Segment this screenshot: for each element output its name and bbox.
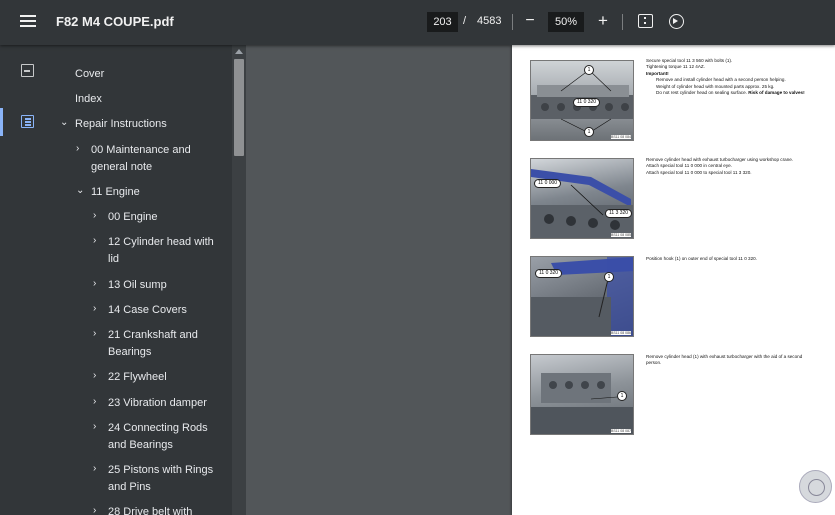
outline-scrollbar[interactable] <box>232 45 246 515</box>
outline-item-label: 28 Drive belt with <box>108 506 193 515</box>
outline-icon[interactable] <box>21 115 34 128</box>
step-image: 1 BS11 08 087 <box>530 354 634 435</box>
image-code: BS11 08 084 <box>611 135 631 139</box>
outline-item-label: Repair Instructions <box>75 118 167 130</box>
callout-label: 1 <box>617 391 627 401</box>
outline-item[interactable]: 13 Oil sump <box>108 277 225 294</box>
rotate-icon[interactable] <box>669 14 684 29</box>
outline-item-label: Cover <box>75 68 105 80</box>
crane-illustration <box>531 169 633 238</box>
pdf-page: 1 11 0 320 1 BS11 08 084 Secure special … <box>512 45 835 515</box>
scroll-up-icon[interactable] <box>235 49 243 54</box>
step-text: Remove cylinder head with exhaust turboc… <box>646 157 816 176</box>
step-line: Attach special tool 11 0 000 to special … <box>646 169 752 175</box>
document-title: F82 M4 COUPE.pdf <box>56 14 174 29</box>
chevron-right-icon[interactable]: › <box>93 463 96 474</box>
page-number-input[interactable]: 203 <box>427 12 458 32</box>
outline-item[interactable]: 00 Maintenance and general note <box>91 142 225 176</box>
active-indicator <box>0 108 3 136</box>
step-image: 11 0 320 1 BS11 08 086 <box>530 256 634 337</box>
floating-action-button[interactable] <box>799 470 832 503</box>
step-line: Position hook (1) on outer end of specia… <box>646 256 758 261</box>
menu-icon[interactable] <box>20 15 36 29</box>
outline-item[interactable]: Index <box>75 91 225 108</box>
step-text: Position hook (1) on outer end of specia… <box>646 256 816 262</box>
pdf-viewer: 1 11 0 320 1 BS11 08 084 Secure special … <box>246 45 835 515</box>
outline-item[interactable]: Repair Instructions <box>75 116 225 133</box>
zoom-in-button[interactable]: + <box>596 11 610 31</box>
callout-label: 11 0 000 <box>534 179 562 188</box>
outline-item-label: 00 Maintenance and <box>91 144 191 156</box>
outline-item-label: 22 Flywheel <box>108 371 167 383</box>
outline-item-label: and Pins <box>108 481 151 493</box>
outline-item-label: 21 Crankshaft and <box>108 329 198 341</box>
step-line: Remove cylinder head (1) with exhaust tu… <box>646 354 803 366</box>
outline-item-label: 25 Pistons with Rings <box>108 464 214 476</box>
outline-item-label: 13 Oil sump <box>108 279 167 291</box>
chevron-right-icon[interactable]: › <box>93 235 96 246</box>
outline-item-label: and Bearings <box>108 439 173 451</box>
toolbar-divider <box>622 14 623 30</box>
callout-label: 1 <box>584 65 594 75</box>
warning-text: Risk of damage to valves! <box>748 90 805 96</box>
outline-item-label: Index <box>75 93 102 105</box>
outline-item[interactable]: 28 Drive belt with <box>108 504 225 515</box>
chevron-down-icon[interactable]: ⌄ <box>76 185 84 196</box>
outline-item-label: 14 Case Covers <box>108 304 187 316</box>
chevron-right-icon[interactable]: › <box>93 396 96 407</box>
chevron-right-icon[interactable]: › <box>76 143 79 154</box>
outline-item[interactable]: 11 Engine <box>91 184 225 201</box>
outline-item[interactable]: Cover <box>75 66 225 83</box>
step-text: Remove cylinder head (1) with exhaust tu… <box>646 354 816 367</box>
callout-label: 1 <box>584 127 594 137</box>
chevron-right-icon[interactable]: › <box>93 303 96 314</box>
step-line: Do not rest cylinder head on sealing sur… <box>656 90 805 96</box>
pdf-toolbar: F82 M4 COUPE.pdf 203 / 4583 − 50% + <box>0 0 835 45</box>
document-outline: Cover Index ⌄ Repair Instructions › 00 Mainte… <box>55 45 232 515</box>
step-image: 1 11 0 320 1 BS11 08 084 <box>530 60 634 141</box>
outline-item-label: 12 Cylinder head with <box>108 236 214 248</box>
zoom-input[interactable]: 50% <box>548 12 584 32</box>
chevron-right-icon[interactable]: › <box>93 210 96 221</box>
outline-item[interactable]: 25 Pistons with Rings and Pins <box>108 462 225 496</box>
page-separator: / <box>463 15 467 27</box>
callout-label: 11 0 320 <box>573 98 601 107</box>
callout-label: 1 <box>604 272 614 282</box>
image-code: BS11 08 087 <box>611 429 631 433</box>
image-code: BS11 08 085 <box>611 233 631 237</box>
callout-label: 11 3 320 <box>605 209 633 218</box>
outline-item[interactable]: 24 Connecting Rods and Bearings <box>108 420 225 454</box>
outline-item-label: 24 Connecting Rods <box>108 422 208 434</box>
outline-item-label: general note <box>91 161 153 173</box>
outline-item-label: Bearings <box>108 346 152 358</box>
chevron-right-icon[interactable]: › <box>93 421 96 432</box>
zoom-out-button[interactable]: − <box>523 12 537 30</box>
chevron-right-icon[interactable]: › <box>93 370 96 381</box>
outline-item[interactable]: 23 Vibration damper <box>108 395 225 412</box>
chevron-down-icon[interactable]: ⌄ <box>60 117 68 128</box>
outline-item-label: 11 Engine <box>91 186 140 198</box>
fit-page-icon[interactable] <box>638 14 653 28</box>
outline-item-label: lid <box>108 253 120 265</box>
outline-item[interactable]: 12 Cylinder head with lid <box>108 234 225 268</box>
callout-label: 11 0 320 <box>535 269 563 278</box>
thumbnails-icon[interactable] <box>21 64 34 77</box>
toolbar-divider <box>512 14 513 30</box>
image-code: BS11 08 086 <box>611 331 631 335</box>
outline-item[interactable]: 14 Case Covers <box>108 302 225 319</box>
total-pages: 4583 <box>477 15 502 27</box>
sidebar-rail <box>0 45 55 515</box>
scrollbar-thumb[interactable] <box>234 59 244 156</box>
outline-item[interactable]: 00 Engine <box>108 209 225 226</box>
outline-item-label: 23 Vibration damper <box>108 397 207 409</box>
outline-item[interactable]: 21 Crankshaft and Bearings <box>108 327 225 361</box>
step-image: 11 0 000 11 3 320 BS11 08 085 <box>530 158 634 239</box>
outline-item[interactable]: 22 Flywheel <box>108 369 225 386</box>
outline-item-label: 00 Engine <box>108 211 158 223</box>
chevron-right-icon[interactable]: › <box>93 505 96 515</box>
chevron-right-icon[interactable]: › <box>93 328 96 339</box>
chevron-right-icon[interactable]: › <box>93 278 96 289</box>
step-text: Secure special tool 11 3 560 with bolts … <box>646 58 816 96</box>
